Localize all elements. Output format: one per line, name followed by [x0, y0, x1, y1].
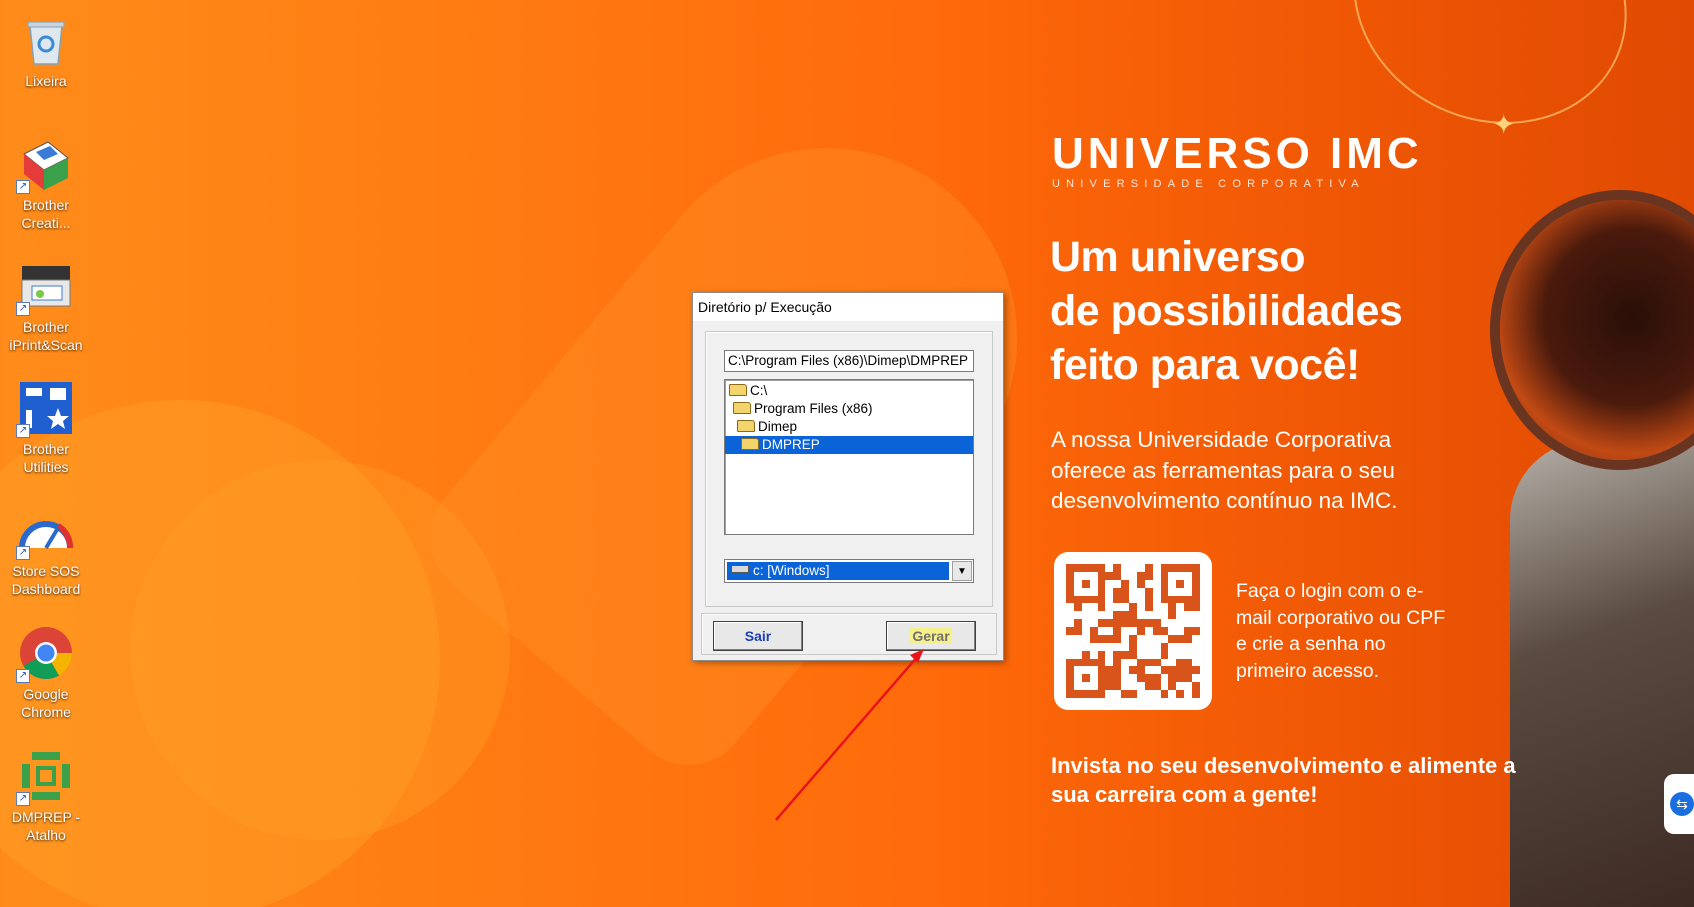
chrome-icon: ↗ [16, 625, 74, 683]
qr-code-pattern [1066, 564, 1200, 698]
desktop-icon-label: Brother Utilities [23, 441, 69, 475]
shortcut-arrow-icon: ↗ [16, 792, 30, 806]
dmprep-icon: ↗ [16, 748, 74, 806]
folder-open-icon [729, 384, 747, 396]
directory-dialog: Diretório p/ Execução C:\Program Files (… [692, 292, 1004, 661]
shortcut-arrow-icon: ↗ [16, 546, 30, 560]
desktop-icon-label: Lixeira [25, 73, 67, 89]
directory-item-label: C:\ [750, 383, 768, 398]
promo-headline: Um universo de possibilidades feito para… [1050, 230, 1520, 392]
astronaut-helmet [1500, 200, 1694, 460]
generate-button-label: Gerar [910, 628, 952, 644]
chevron-down-icon[interactable]: ▼ [952, 561, 972, 581]
recycle-bin-icon [18, 12, 74, 68]
directory-item-dmprep[interactable]: DMPREP [725, 436, 973, 454]
desktop-icon-label: Brother Creati... [21, 197, 71, 231]
astronaut-suit [1510, 440, 1694, 907]
desktop-icon-label: Google Chrome [21, 686, 71, 720]
qr-code [1054, 552, 1212, 710]
desktop-icon-recycle-bin[interactable]: Lixeira [0, 12, 92, 90]
drive-label: c: [Windows] [753, 563, 830, 578]
shortcut-arrow-icon: ↗ [16, 302, 30, 316]
shortcut-arrow-icon: ↗ [16, 180, 30, 194]
star-icon: ✦ [1492, 109, 1516, 140]
directory-item-label: DMPREP [762, 437, 820, 452]
directory-item-dimep[interactable]: Dimep [725, 418, 973, 436]
headline-line: feito para você! [1050, 341, 1360, 389]
drive-selected-value: c: [Windows] [727, 562, 949, 580]
directory-item-label: Dimep [758, 419, 798, 434]
headline-line: Um universo [1050, 233, 1305, 281]
desktop-icon-dmprep-shortcut[interactable]: ↗ DMPREP - Atalho [0, 748, 92, 844]
gauge-icon: ↗ [16, 502, 74, 560]
generate-button[interactable]: Gerar [886, 621, 976, 651]
desktop-icon-label: Brother iPrint&Scan [9, 319, 83, 353]
teamviewer-side-tab[interactable]: ⇆ [1664, 774, 1694, 834]
folder-open-icon [737, 420, 755, 432]
brother-creative-center-icon: ↗ [16, 136, 74, 194]
headline-line: de possibilidades [1050, 287, 1403, 335]
promo-lead-text: A nossa Universidade Corporativa oferece… [1051, 427, 1398, 513]
directory-path-field[interactable]: C:\Program Files (x86)\Dimep\DMPREP [724, 350, 974, 372]
desktop-icon-label: Store SOS Dashboard [11, 563, 81, 597]
hard-drive-icon [731, 565, 749, 573]
dialog-button-bar: Sair Gerar [701, 613, 997, 655]
desktop-icon-google-chrome[interactable]: ↗ Google Chrome [0, 625, 92, 721]
brand-subtitle: UNIVERSIDADE CORPORATIVA [1052, 178, 1365, 190]
teamviewer-icon: ⇆ [1670, 792, 1694, 816]
scanner-icon: ↗ [16, 258, 74, 316]
brand-name: UNIVERSO IMC [1052, 129, 1423, 178]
desktop-icon-brother-iprint-scan[interactable]: ↗ Brother iPrint&Scan [0, 258, 92, 354]
directory-item-root[interactable]: C:\ [725, 382, 973, 400]
desktop-icon-brother-utilities[interactable]: ↗ Brother Utilities [0, 380, 92, 476]
promo-call-to-action: Invista no seu desenvolvimento e aliment… [1051, 753, 1516, 807]
directory-tree-list[interactable]: C:\ Program Files (x86) Dimep DMPREP [724, 379, 974, 535]
directory-item-label: Program Files (x86) [754, 401, 873, 416]
desktop-icon-store-sos-dashboard[interactable]: ↗ Store SOS Dashboard [0, 502, 92, 598]
shortcut-arrow-icon: ↗ [16, 669, 30, 683]
folder-open-icon [741, 438, 759, 450]
directory-item-program-files[interactable]: Program Files (x86) [725, 400, 973, 418]
directory-group: C:\Program Files (x86)\Dimep\DMPREP C:\ … [705, 331, 993, 607]
shortcut-arrow-icon: ↗ [16, 424, 30, 438]
brother-utilities-icon: ↗ [16, 380, 74, 438]
dialog-title: Diretório p/ Execução [693, 293, 1003, 321]
folder-open-icon [733, 402, 751, 414]
desktop-icon-brother-creative[interactable]: ↗ Brother Creati... [0, 136, 92, 232]
brand-logo: UNIVERSO IMC UNIVERSIDADE CORPORATIVA [1052, 129, 1423, 191]
exit-button[interactable]: Sair [713, 621, 803, 651]
drive-select[interactable]: c: [Windows] ▼ [724, 559, 974, 583]
desktop-icon-label: DMPREP - Atalho [11, 809, 81, 843]
login-instructions: Faça o login com o e-mail corporativo ou… [1236, 580, 1446, 682]
